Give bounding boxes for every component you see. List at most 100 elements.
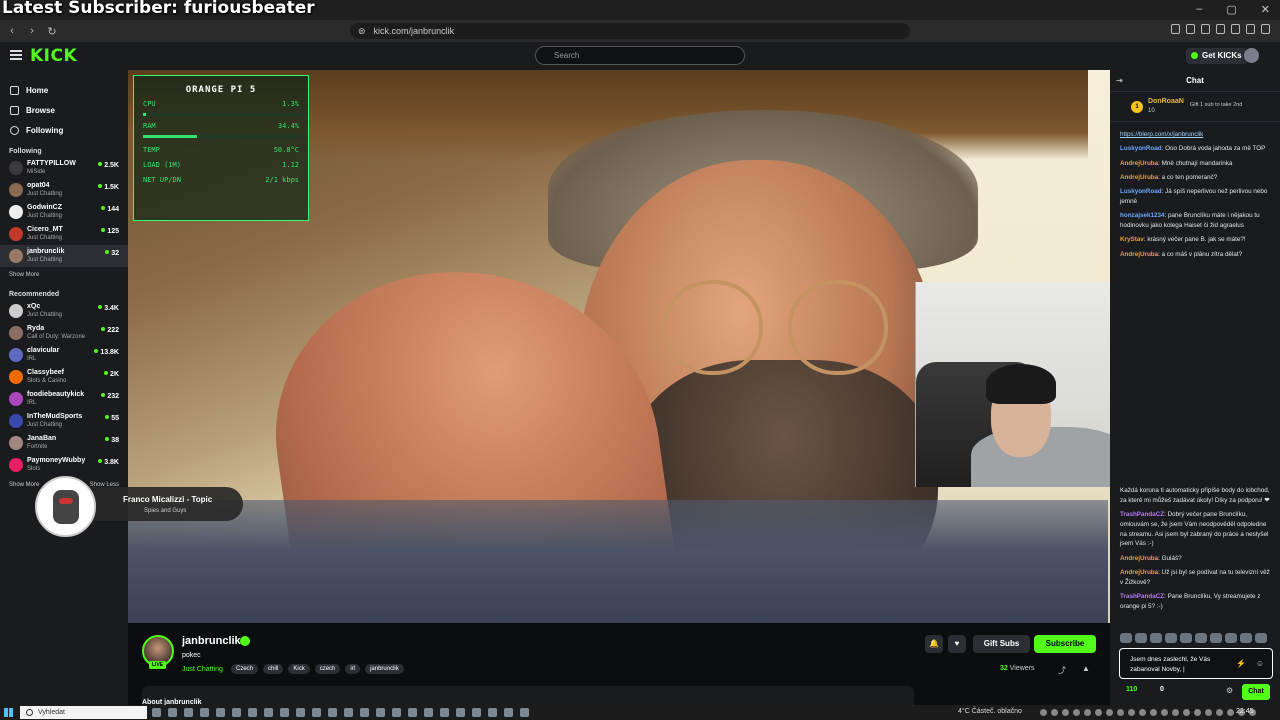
tray-icon[interactable] (1183, 709, 1190, 716)
app-icon[interactable] (200, 708, 209, 717)
emote-icon[interactable] (1135, 633, 1147, 643)
site-info-icon[interactable]: ⊜ (358, 26, 366, 37)
chat-username[interactable]: TrashPandaCZ (1120, 593, 1164, 600)
taskbar-weather[interactable]: 4°C Částeč. oblačno (958, 708, 1022, 715)
tray-icon[interactable] (1117, 709, 1124, 716)
emote-icon[interactable] (1120, 633, 1132, 643)
extension-icon[interactable] (1216, 24, 1225, 34)
sidebar-item-following[interactable]: Following (0, 120, 128, 140)
get-kicks-button[interactable]: Get KICKs (1186, 48, 1248, 64)
channel-item[interactable]: opat04 Just Chatting 1.5K (0, 179, 128, 201)
search-input[interactable]: Search (535, 46, 745, 65)
app-icon[interactable] (392, 708, 401, 717)
app-icon[interactable] (488, 708, 497, 717)
tray-icon[interactable] (1161, 709, 1168, 716)
app-icon[interactable] (504, 708, 513, 717)
report-icon[interactable]: ▲ (1082, 664, 1090, 673)
notification-bell-button[interactable]: 🔔 (925, 635, 943, 653)
tag[interactable]: Czech (231, 664, 259, 674)
app-icon[interactable] (168, 708, 177, 717)
emote-icon[interactable] (1150, 633, 1162, 643)
windows-start-icon[interactable] (4, 708, 13, 717)
chat-link[interactable]: https://blerp.com/x/janbrunclik (1120, 131, 1203, 138)
follow-heart-button[interactable]: ♥ (948, 635, 966, 653)
emoji-icon[interactable]: ☺ (1256, 659, 1264, 668)
tray-icon[interactable] (1128, 709, 1135, 716)
chat-username[interactable]: AndrejUruba (1120, 174, 1158, 181)
app-icon[interactable] (312, 708, 321, 717)
pinned-gift-banner[interactable]: 1 DonRoaaN 10 Gift 1 sub to take 2nd (1110, 92, 1280, 122)
extension-icon[interactable] (1171, 24, 1180, 34)
emote-icon[interactable] (1225, 633, 1237, 643)
extension-icon[interactable] (1201, 24, 1210, 34)
tray-icon[interactable] (1216, 709, 1223, 716)
tray-icon[interactable] (1062, 709, 1069, 716)
tray-icon[interactable] (1073, 709, 1080, 716)
app-icon[interactable] (344, 708, 353, 717)
show-more-button[interactable]: Show More (9, 482, 39, 488)
close-icon[interactable]: ✕ (1261, 3, 1270, 16)
gift-count[interactable]: 0 (1160, 686, 1164, 693)
extension-icon[interactable] (1261, 24, 1270, 34)
url-field[interactable]: ⊜ kick.com/janbrunclik (350, 23, 910, 39)
back-icon[interactable]: ‹ (4, 25, 20, 37)
tag[interactable]: irl (345, 664, 361, 674)
tray-icon[interactable] (1106, 709, 1113, 716)
user-avatar[interactable] (1244, 48, 1259, 63)
chat-username[interactable]: KryStav (1120, 236, 1144, 243)
app-icon[interactable] (280, 708, 289, 717)
app-icon[interactable] (152, 708, 161, 717)
gift-subs-button[interactable]: Gift Subs (973, 635, 1030, 653)
chat-username[interactable]: AndrejUruba (1120, 160, 1158, 167)
app-icon[interactable] (360, 708, 369, 717)
app-icon[interactable] (232, 708, 241, 717)
command-icon[interactable]: ⚡ (1236, 659, 1246, 668)
show-more-button[interactable]: Show More (0, 267, 128, 283)
tray-icon[interactable] (1139, 709, 1146, 716)
app-icon[interactable] (456, 708, 465, 717)
chat-username[interactable]: TrashPandaCZ (1120, 511, 1164, 518)
app-icon[interactable] (328, 708, 337, 717)
reload-icon[interactable]: ↻ (44, 25, 60, 38)
tag[interactable]: Kick (288, 664, 310, 674)
app-icon[interactable] (248, 708, 257, 717)
menu-icon[interactable] (10, 50, 22, 60)
chat-username[interactable]: honzajsek1234 (1120, 212, 1164, 219)
app-icon[interactable] (376, 708, 385, 717)
app-icon[interactable] (424, 708, 433, 717)
app-icon[interactable] (408, 708, 417, 717)
channel-item[interactable]: Cicero_MT Just Chatting 125 (0, 223, 128, 245)
channel-item[interactable]: clavicular IRL 13.8K (0, 344, 128, 366)
maximize-icon[interactable]: ▢ (1226, 3, 1236, 16)
chat-username[interactable]: LuskyonRoad (1120, 145, 1162, 152)
chat-username[interactable]: LuskyonRoad (1120, 188, 1162, 195)
app-icon[interactable] (472, 708, 481, 717)
gear-icon[interactable]: ⚙ (1226, 686, 1233, 695)
kick-logo[interactable]: KICK (30, 46, 77, 66)
app-icon[interactable] (296, 708, 305, 717)
tag[interactable]: janbrunclik (365, 664, 404, 674)
app-icon[interactable] (264, 708, 273, 717)
tray-icon[interactable] (1227, 709, 1234, 716)
tray-icon[interactable] (1095, 709, 1102, 716)
emote-icon[interactable] (1240, 633, 1252, 643)
tray-icon[interactable] (1194, 709, 1201, 716)
stream-category[interactable]: Just Chatting (182, 666, 223, 673)
sidebar-item-browse[interactable]: Browse (0, 100, 128, 120)
channel-item[interactable]: FATTYPILLOW MiSide 2.5K (0, 157, 128, 179)
app-icon[interactable] (440, 708, 449, 717)
minimize-icon[interactable]: – (1196, 3, 1202, 16)
channel-points[interactable]: 110 (1126, 686, 1137, 693)
tray-icon[interactable] (1150, 709, 1157, 716)
chat-username[interactable]: AndrejUruba (1120, 251, 1158, 258)
send-chat-button[interactable]: Chat (1242, 684, 1270, 700)
channel-item[interactable]: xQc Just Chatting 3.4K (0, 300, 128, 322)
channel-item[interactable]: foodiebeautykick IRL 232 (0, 388, 128, 410)
taskbar-search[interactable]: Vyhledat (20, 706, 147, 719)
tray-icon[interactable] (1172, 709, 1179, 716)
subscribe-button[interactable]: Subscribe (1034, 635, 1096, 653)
channel-item[interactable]: Ryda Call of Duty: Warzone 222 (0, 322, 128, 344)
app-icon[interactable] (216, 708, 225, 717)
chat-username[interactable]: AndrejUruba (1120, 569, 1158, 576)
emote-icon[interactable] (1195, 633, 1207, 643)
